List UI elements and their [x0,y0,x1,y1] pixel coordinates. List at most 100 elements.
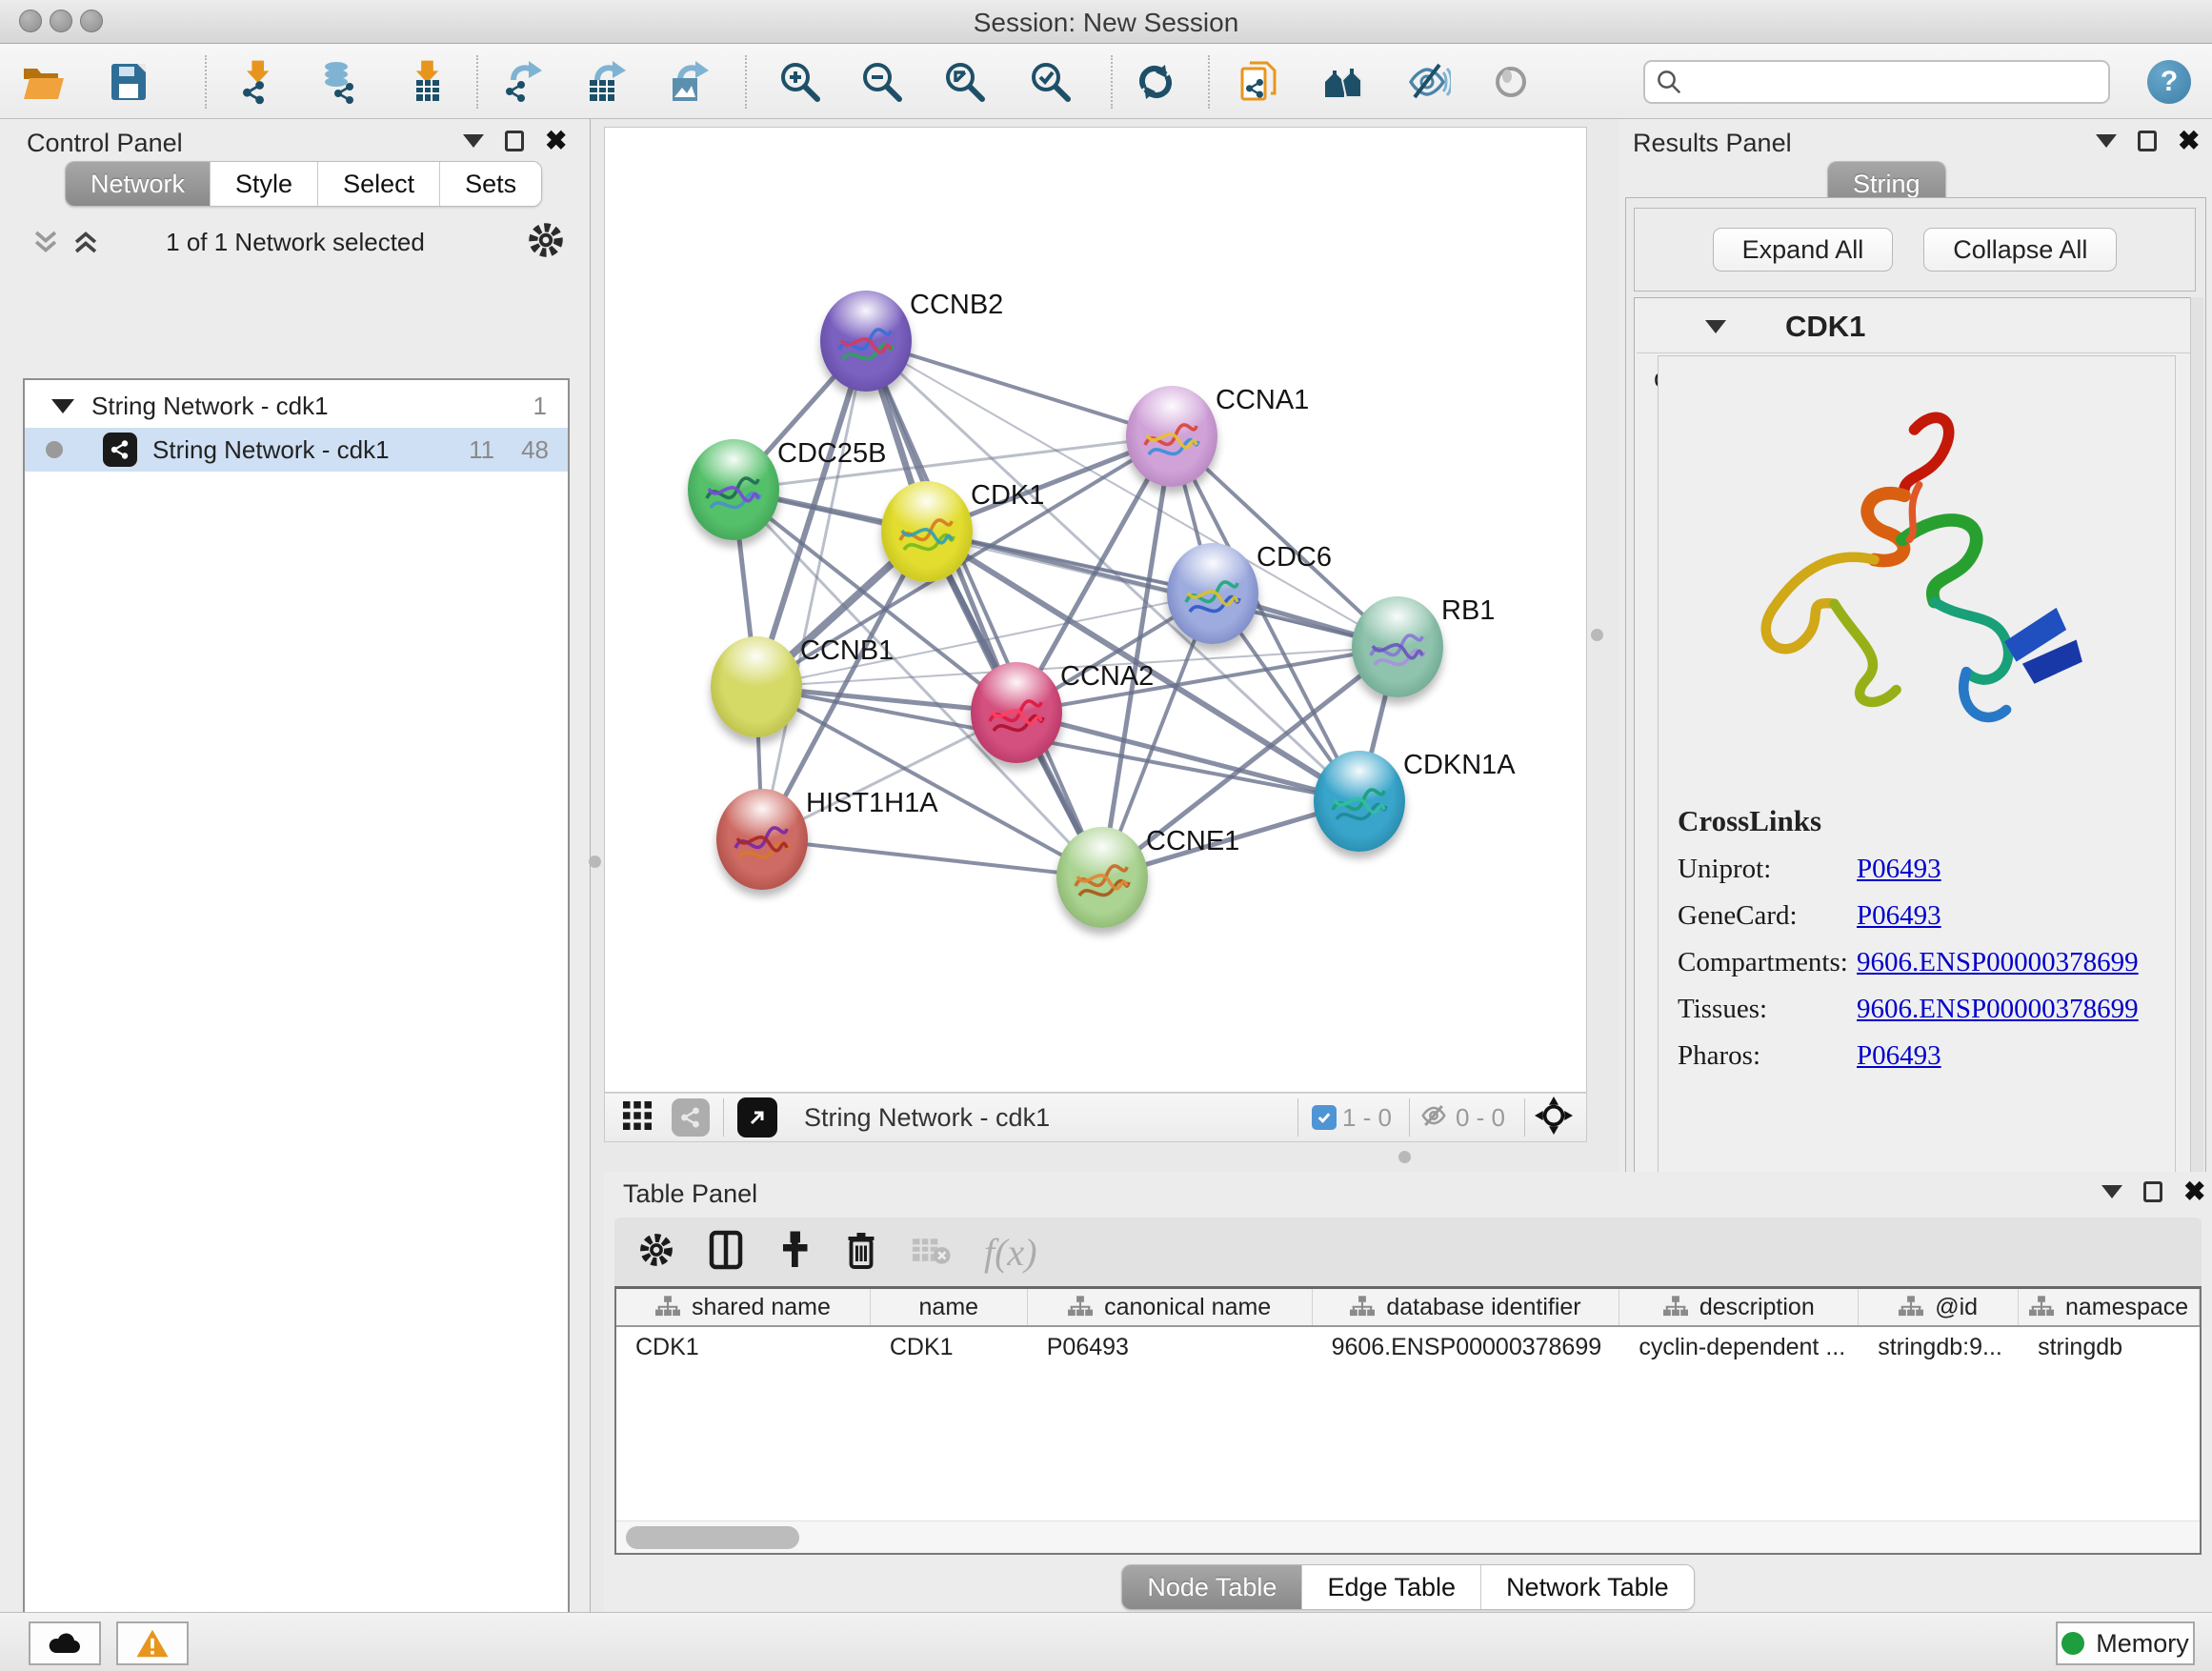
tab-sets[interactable]: Sets [439,162,541,206]
table-row[interactable]: CDK1CDK1P064939606.ENSP00000378699cyclin… [616,1327,2200,1367]
hidden-count: 0 - 0 [1456,1103,1505,1133]
duplicate-network-icon[interactable] [1229,51,1290,112]
network-canvas[interactable]: CCNB2CCNA1CDC25BCDK1CDC6RB1CCNB1CCNA2CDK… [604,127,1587,1093]
save-session-icon[interactable] [98,51,159,112]
help-button[interactable]: ? [2147,60,2191,104]
edge-ccnb2-ccna1[interactable] [866,341,1172,436]
home-icon[interactable] [1314,51,1375,112]
node-cdc25b[interactable] [688,439,779,540]
tab-edge-table[interactable]: Edge Table [1301,1565,1480,1609]
node-cdk1[interactable] [881,481,973,582]
edge-ccnb2-hist1h1a[interactable] [762,341,866,839]
zoom-out-icon[interactable] [852,51,913,112]
control-panel-float-icon[interactable] [505,131,524,151]
search-input[interactable] [1643,60,2110,104]
show-columns-icon[interactable] [708,1230,744,1275]
network-row-selected[interactable]: String Network - cdk1 11 48 [25,428,568,472]
network-options-gear-icon[interactable] [526,220,566,265]
import-network-icon[interactable] [228,51,289,112]
hide-show-icon[interactable] [1398,51,1458,112]
node-ccna2[interactable] [971,662,1062,763]
node-rb1[interactable] [1352,596,1443,697]
tree-expand-icon[interactable] [51,399,74,413]
tab-network[interactable]: Network [66,162,210,206]
network-collection-row[interactable]: String Network - cdk1 1 [25,384,568,428]
warning-button[interactable] [116,1621,189,1665]
open-session-icon[interactable] [12,51,73,112]
table-hscrollbar[interactable] [616,1520,2200,1553]
node-hist1h1a[interactable] [716,789,808,890]
column-header-shared-name[interactable]: shared name [616,1289,871,1325]
zoom-fit-icon[interactable] [935,51,995,112]
node-ccne1[interactable] [1056,827,1148,928]
cytoscape-window: Session: New Session ? Control Panel ✖ N… [0,0,2212,1671]
tab-select[interactable]: Select [317,162,439,206]
crosslink-link[interactable]: P06493 [1857,1040,1941,1072]
detach-view-icon[interactable] [737,1097,777,1137]
crosslink-label: Uniprot: [1678,854,1857,885]
left-splitter-handle[interactable] [589,856,601,868]
node-cdc6[interactable] [1167,543,1258,644]
cdk1-collapse-icon[interactable] [1705,320,1726,333]
node-ccnb1[interactable] [711,636,802,737]
node-ccnb2[interactable] [820,291,912,392]
selected-checkbox-icon[interactable] [1312,1105,1337,1130]
cdk1-section-header[interactable]: CDK1 [1637,300,2191,353]
column-header-name[interactable]: name [871,1289,1028,1325]
column-header-database-identifier[interactable]: database identifier [1313,1289,1620,1325]
refresh-icon[interactable] [1125,51,1186,112]
protein-thumbnail-ccnb2 [832,315,900,384]
toolbar-separator [476,55,478,109]
expand-all-button[interactable]: Expand All [1713,228,1894,272]
string-view-icon[interactable] [672,1098,710,1137]
protein-thumbnail-ccne1 [1068,852,1136,920]
collapse-all-button[interactable]: Collapse All [1923,228,2117,272]
import-database-icon[interactable] [308,51,369,112]
results-panel-close-icon[interactable]: ✖ [2178,131,2200,151]
zoom-in-icon[interactable] [770,51,831,112]
column-header-canonical-name[interactable]: canonical name [1028,1289,1313,1325]
tab-network-table[interactable]: Network Table [1480,1565,1694,1609]
tab-node-table[interactable]: Node Table [1122,1565,1301,1609]
results-panel-float-icon[interactable] [2138,131,2157,151]
results-scrollbar[interactable] [2190,297,2203,1198]
export-network-icon[interactable] [493,51,553,112]
results-scroll-area[interactable]: CDK1 cyclin-dependent kinase 1 [1634,297,2196,1198]
delete-column-icon[interactable] [845,1230,877,1275]
table-panel-collapse-icon[interactable] [2101,1185,2122,1198]
results-panel-collapse-icon[interactable] [2096,134,2117,148]
control-panel-close-icon[interactable]: ✖ [545,131,567,151]
node-label-cdc6: CDC6 [1257,542,1332,574]
column-header-description[interactable]: description [1619,1289,1859,1325]
memory-button[interactable]: Memory [2056,1621,2195,1665]
crosslink-link[interactable]: P06493 [1857,900,1941,932]
table-panel-float-icon[interactable] [2143,1181,2162,1202]
cloud-button[interactable] [29,1621,101,1665]
crosslink-link[interactable]: 9606.ENSP00000378699 [1857,994,2139,1025]
node-ccna1[interactable] [1126,386,1217,487]
export-image-icon[interactable] [659,51,720,112]
crosslink-link[interactable]: 9606.ENSP00000378699 [1857,947,2139,978]
zoom-selected-icon[interactable] [1020,51,1081,112]
grid-view-icon[interactable] [620,1098,654,1137]
delete-table-icon [910,1233,952,1272]
right-splitter-handle[interactable] [1591,629,1603,641]
crosslink-link[interactable]: P06493 [1857,854,1941,885]
control-panel-collapse-icon[interactable] [463,134,484,148]
column-header-namespace[interactable]: namespace [2019,1289,2200,1325]
crosslink-label: GeneCard: [1678,900,1857,932]
node-table[interactable]: shared namenamecanonical namedatabase id… [614,1286,2202,1555]
add-column-icon[interactable] [776,1230,813,1275]
table-hscroll-thumb[interactable] [626,1526,799,1549]
eye-icon[interactable] [1480,51,1541,112]
table-settings-gear-icon[interactable] [637,1231,675,1274]
table-panel-close-icon[interactable]: ✖ [2183,1182,2205,1201]
birdseye-view-icon[interactable] [1535,1097,1573,1139]
tab-style[interactable]: Style [210,162,317,206]
export-table-icon[interactable] [576,51,637,112]
edge-hist1h1a-ccne1[interactable] [762,839,1102,877]
node-cdkn1a[interactable] [1314,751,1405,852]
column-header--id[interactable]: @id [1859,1289,2019,1325]
bottom-splitter-handle[interactable] [1398,1151,1411,1163]
import-table-icon[interactable] [395,51,456,112]
